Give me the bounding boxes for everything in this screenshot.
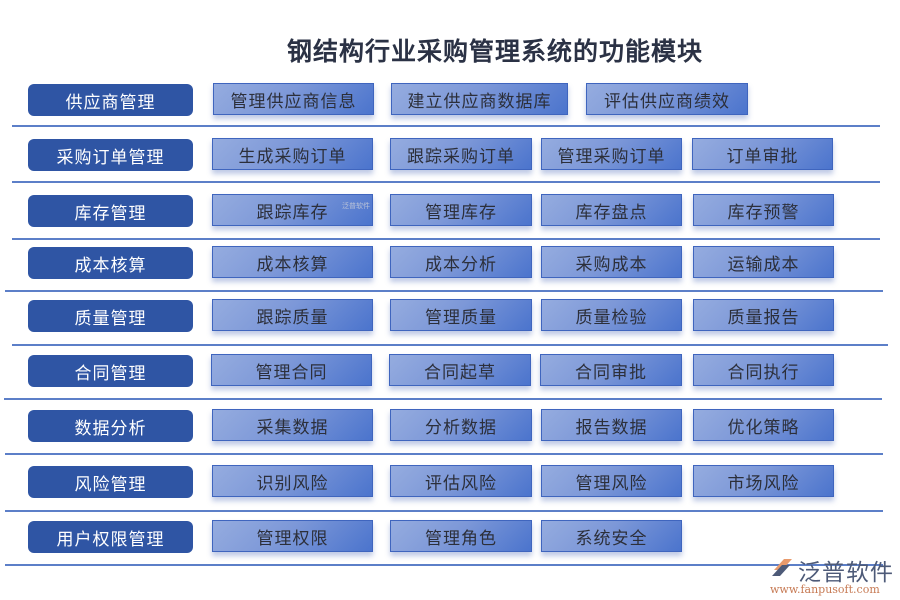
function-item: 管理合同 bbox=[211, 354, 372, 386]
function-item: 质量报告 bbox=[693, 299, 834, 331]
separator-line bbox=[5, 564, 883, 566]
module-row-contract: 合同管理 管理合同 合同起草 合同审批 合同执行 bbox=[0, 354, 900, 411]
module-row-purchase-order: 采购订单管理 生成采购订单 跟踪采购订单 管理采购订单 订单审批 bbox=[0, 138, 900, 195]
separator-line bbox=[4, 398, 882, 400]
watermark-logo: 泛普软件 bbox=[342, 202, 370, 210]
separator-line bbox=[5, 290, 883, 292]
function-item: 质量检验 bbox=[541, 299, 682, 331]
function-item: 生成采购订单 bbox=[212, 138, 373, 170]
module-category: 质量管理 bbox=[28, 300, 193, 332]
function-item: 运输成本 bbox=[693, 246, 834, 278]
brand-logo: 泛普软件 www.fanpusoft.com bbox=[770, 553, 895, 597]
separator-line bbox=[5, 510, 883, 512]
function-item: 报告数据 bbox=[541, 409, 682, 441]
module-category: 供应商管理 bbox=[28, 84, 193, 116]
module-category: 用户权限管理 bbox=[28, 521, 193, 553]
module-row-quality: 质量管理 跟踪质量 管理质量 质量检验 质量报告 bbox=[0, 299, 900, 356]
brand-name: 泛普软件 bbox=[798, 560, 894, 586]
function-item: 市场风险 bbox=[693, 465, 834, 497]
separator-line bbox=[12, 181, 880, 183]
module-category: 采购订单管理 bbox=[28, 139, 193, 171]
function-item: 合同审批 bbox=[540, 354, 682, 386]
function-item: 管理库存 bbox=[390, 194, 532, 226]
function-item: 订单审批 bbox=[692, 138, 833, 170]
module-row-user-permissions: 用户权限管理 管理权限 管理角色 系统安全 bbox=[0, 520, 900, 577]
function-item: 库存盘点 bbox=[541, 194, 682, 226]
separator-line bbox=[12, 238, 880, 240]
function-item: 成本分析 bbox=[390, 246, 532, 278]
function-item: 跟踪质量 bbox=[212, 299, 373, 331]
module-category: 数据分析 bbox=[28, 410, 193, 442]
module-row-risk: 风险管理 识别风险 评估风险 管理风险 市场风险 bbox=[0, 465, 900, 522]
function-item: 评估供应商绩效 bbox=[586, 83, 748, 115]
separator-line bbox=[12, 344, 888, 346]
function-item: 管理角色 bbox=[390, 520, 532, 552]
function-item: 建立供应商数据库 bbox=[391, 83, 568, 115]
function-item: 跟踪采购订单 bbox=[390, 138, 532, 170]
function-item: 库存预警 bbox=[693, 194, 834, 226]
function-item: 合同起草 bbox=[389, 354, 531, 386]
module-row-inventory: 库存管理 跟踪库存 管理库存 库存盘点 库存预警 bbox=[0, 194, 900, 251]
function-item: 分析数据 bbox=[390, 409, 532, 441]
diagram-title: 钢结构行业采购管理系统的功能模块 bbox=[286, 37, 703, 66]
function-item: 管理权限 bbox=[212, 520, 373, 552]
function-item: 优化策略 bbox=[693, 409, 834, 441]
module-category: 合同管理 bbox=[28, 355, 193, 387]
separator-line bbox=[5, 453, 883, 455]
function-item: 管理采购订单 bbox=[541, 138, 682, 170]
function-item: 成本核算 bbox=[212, 246, 373, 278]
module-category: 库存管理 bbox=[28, 195, 193, 227]
function-item: 系统安全 bbox=[541, 520, 682, 552]
function-item: 识别风险 bbox=[212, 465, 373, 497]
separator-line bbox=[12, 125, 880, 127]
brand-url: www.fanpusoft.com bbox=[770, 583, 880, 596]
function-item: 评估风险 bbox=[390, 465, 532, 497]
fanpu-logo-icon bbox=[772, 559, 792, 576]
module-category: 成本核算 bbox=[28, 247, 193, 279]
function-item: 合同执行 bbox=[693, 354, 834, 386]
module-category: 风险管理 bbox=[28, 466, 193, 498]
module-row-supplier: 供应商管理 管理供应商信息 建立供应商数据库 评估供应商绩效 bbox=[0, 83, 900, 140]
function-item: 采集数据 bbox=[212, 409, 373, 441]
function-item: 管理风险 bbox=[541, 465, 682, 497]
function-item: 管理质量 bbox=[390, 299, 532, 331]
module-row-cost: 成本核算 成本核算 成本分析 采购成本 运输成本 bbox=[0, 246, 900, 303]
module-row-data-analysis: 数据分析 采集数据 分析数据 报告数据 优化策略 bbox=[0, 409, 900, 466]
function-item: 管理供应商信息 bbox=[213, 83, 374, 115]
function-item: 采购成本 bbox=[541, 246, 682, 278]
